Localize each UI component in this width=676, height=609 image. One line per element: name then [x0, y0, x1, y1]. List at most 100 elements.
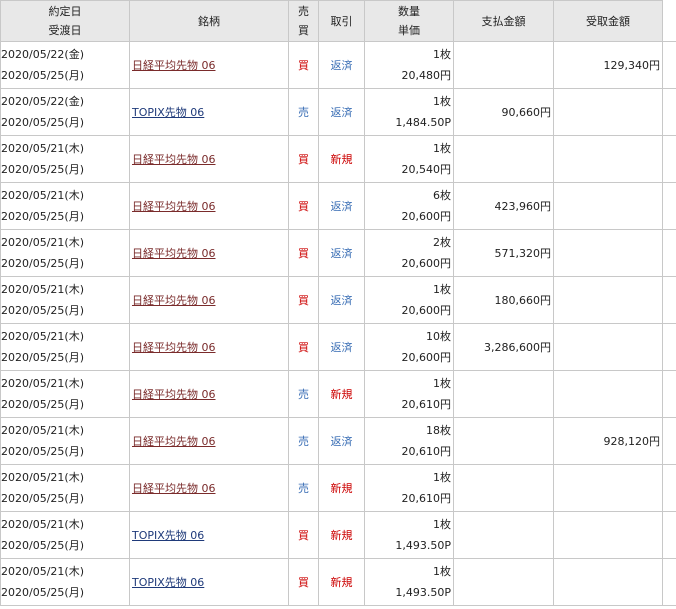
- instrument-link[interactable]: TOPIX先物 06: [132, 529, 204, 542]
- date-cell: 2020/05/21(木) 2020/05/25(月): [0, 229, 130, 277]
- trade-type-cell: 新規: [318, 558, 365, 606]
- trade-type-cell: 返済: [318, 276, 365, 324]
- header-receive: 受取金額: [553, 0, 663, 42]
- settle-date: 2020/05/25(月): [1, 210, 84, 223]
- settle-date: 2020/05/25(月): [1, 398, 84, 411]
- date-cell: 2020/05/21(木) 2020/05/25(月): [0, 135, 130, 183]
- pay-amount-cell: 90,660円: [453, 88, 554, 136]
- spacer-cell: [662, 417, 676, 465]
- pay-amount-cell: [453, 135, 554, 183]
- spacer-cell: [662, 88, 676, 136]
- unit-price: 1,493.50P: [395, 539, 451, 552]
- quantity: 18枚: [426, 424, 451, 437]
- quantity: 1枚: [433, 518, 451, 531]
- spacer-cell: [662, 370, 676, 418]
- quantity: 1枚: [433, 95, 451, 108]
- header-qty: 数量 単価: [364, 0, 454, 42]
- table-row: 2020/05/21(木) 2020/05/25(月) 日経平均先物 06 買返済 10…: [0, 323, 676, 371]
- qty-cell: 2枚 20,600円: [364, 229, 454, 277]
- trade-date: 2020/05/21(木): [1, 283, 84, 296]
- trade-date: 2020/05/21(木): [1, 189, 84, 202]
- receive-amount-cell: [553, 88, 663, 136]
- date-cell: 2020/05/21(木) 2020/05/25(月): [0, 182, 130, 230]
- receive-amount-cell: [553, 135, 663, 183]
- settle-date: 2020/05/25(月): [1, 257, 84, 270]
- name-cell: 日経平均先物 06: [129, 135, 289, 183]
- name-cell: 日経平均先物 06: [129, 41, 289, 89]
- trade-date: 2020/05/21(木): [1, 236, 84, 249]
- unit-price: 20,600円: [401, 210, 452, 223]
- header-pay: 支払金額: [453, 0, 554, 42]
- receive-amount-cell: [553, 323, 663, 371]
- pay-amount-cell: [453, 41, 554, 89]
- side-cell: 売: [288, 370, 319, 418]
- spacer-cell: [662, 323, 676, 371]
- header-row: 約定日 受渡日 銘柄 売 買 取引 数量 単価 支払金額 受取金額: [0, 0, 676, 42]
- name-cell: 日経平均先物 06: [129, 370, 289, 418]
- receive-amount-cell: [553, 276, 663, 324]
- pay-amount-cell: 571,320円: [453, 229, 554, 277]
- settle-date: 2020/05/25(月): [1, 351, 84, 364]
- spacer-cell: [662, 276, 676, 324]
- trade-date: 2020/05/21(木): [1, 424, 84, 437]
- quantity: 1枚: [433, 48, 451, 61]
- side-cell: 買: [288, 229, 319, 277]
- qty-cell: 10枚 20,600円: [364, 323, 454, 371]
- receive-amount-cell: [553, 558, 663, 606]
- table-row: 2020/05/21(木) 2020/05/25(月) 日経平均先物 06 買新規 1枚…: [0, 135, 676, 183]
- instrument-link[interactable]: 日経平均先物 06: [132, 482, 216, 495]
- pay-amount-cell: [453, 464, 554, 512]
- trade-type-cell: 返済: [318, 182, 365, 230]
- settle-date: 2020/05/25(月): [1, 304, 84, 317]
- trade-date: 2020/05/22(金): [1, 95, 84, 108]
- instrument-link[interactable]: 日経平均先物 06: [132, 59, 216, 72]
- pay-amount-cell: [453, 417, 554, 465]
- pay-amount-cell: [453, 370, 554, 418]
- name-cell: 日経平均先物 06: [129, 417, 289, 465]
- quantity: 1枚: [433, 142, 451, 155]
- header-dates: 約定日 受渡日: [0, 0, 130, 42]
- settle-date: 2020/05/25(月): [1, 69, 84, 82]
- trade-type-cell: 新規: [318, 464, 365, 512]
- quantity: 2枚: [433, 236, 451, 249]
- instrument-link[interactable]: 日経平均先物 06: [132, 388, 216, 401]
- instrument-link[interactable]: 日経平均先物 06: [132, 247, 216, 260]
- table-row: 2020/05/21(木) 2020/05/25(月) 日経平均先物 06 買返済 1枚…: [0, 276, 676, 324]
- instrument-link[interactable]: 日経平均先物 06: [132, 200, 216, 213]
- instrument-link[interactable]: TOPIX先物 06: [132, 576, 204, 589]
- name-cell: 日経平均先物 06: [129, 464, 289, 512]
- spacer-cell: [662, 41, 676, 89]
- qty-cell: 18枚 20,610円: [364, 417, 454, 465]
- date-cell: 2020/05/21(木) 2020/05/25(月): [0, 370, 130, 418]
- spacer-cell: [662, 558, 676, 606]
- qty-cell: 1枚 1,493.50P: [364, 511, 454, 559]
- unit-price: 20,600円: [401, 304, 452, 317]
- instrument-link[interactable]: 日経平均先物 06: [132, 341, 216, 354]
- spacer-cell: [662, 182, 676, 230]
- name-cell: 日経平均先物 06: [129, 229, 289, 277]
- unit-price: 20,610円: [401, 398, 452, 411]
- qty-cell: 1枚 20,610円: [364, 464, 454, 512]
- instrument-link[interactable]: TOPIX先物 06: [132, 106, 204, 119]
- trade-date: 2020/05/21(木): [1, 565, 84, 578]
- pay-amount-cell: [453, 511, 554, 559]
- trade-type-cell: 新規: [318, 370, 365, 418]
- spacer-cell: [662, 464, 676, 512]
- instrument-link[interactable]: 日経平均先物 06: [132, 153, 216, 166]
- table-row: 2020/05/21(木) 2020/05/25(月) 日経平均先物 06 売新規 1枚…: [0, 464, 676, 512]
- spacer-cell: [662, 511, 676, 559]
- unit-price: 20,610円: [401, 492, 452, 505]
- trade-history-table: 約定日 受渡日 銘柄 売 買 取引 数量 単価 支払金額 受取金額 2020/0…: [0, 0, 676, 606]
- side-cell: 売: [288, 464, 319, 512]
- receive-amount-cell: [553, 511, 663, 559]
- instrument-link[interactable]: 日経平均先物 06: [132, 435, 216, 448]
- unit-price: 20,600円: [401, 351, 452, 364]
- qty-cell: 1枚 20,540円: [364, 135, 454, 183]
- pay-amount-cell: 180,660円: [453, 276, 554, 324]
- trade-date: 2020/05/21(木): [1, 518, 84, 531]
- quantity: 1枚: [433, 471, 451, 484]
- name-cell: 日経平均先物 06: [129, 182, 289, 230]
- header-unit-price: 単価: [398, 24, 420, 37]
- instrument-link[interactable]: 日経平均先物 06: [132, 294, 216, 307]
- trade-type-cell: 返済: [318, 88, 365, 136]
